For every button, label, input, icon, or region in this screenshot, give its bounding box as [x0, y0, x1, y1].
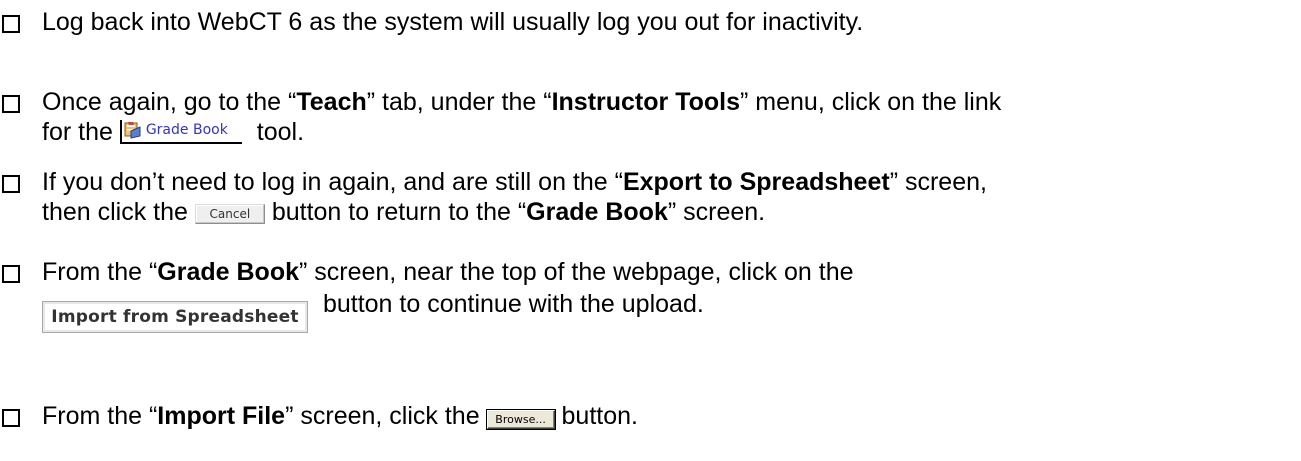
step-3-line-2: then click the Cancel button to return t… [42, 198, 766, 226]
step-5-line-1: From the “Import File” screen, click the… [42, 402, 638, 430]
step-2-line-1: Once again, go to the “Teach” tab, under… [42, 88, 1002, 116]
checkbox-icon [2, 15, 20, 33]
import-from-spreadsheet-button[interactable]: Import from Spreadsheet [42, 301, 308, 333]
step-2-line-2: for the Grade Book tool. [42, 118, 305, 146]
checkbox-icon [2, 95, 20, 113]
step-1-line-1: Log back into WebCT 6 as the system will… [42, 8, 864, 36]
checkbox-icon [2, 409, 20, 427]
gradebook-tool-link[interactable]: Grade Book [119, 120, 242, 144]
checkbox-icon [2, 265, 20, 283]
gradebook-icon [124, 122, 141, 139]
gradebook-link-label: Grade Book [145, 122, 228, 138]
step-4-line-2: Import from Spreadsheet button to contin… [42, 288, 704, 333]
checkbox-icon [2, 175, 20, 193]
step-3-line-1: If you don’t need to log in again, and a… [42, 168, 987, 196]
cancel-button[interactable]: Cancel [194, 204, 265, 224]
step-4-line-1: From the “Grade Book” screen, near the t… [42, 258, 854, 286]
browse-button[interactable]: Browse... [485, 409, 556, 430]
